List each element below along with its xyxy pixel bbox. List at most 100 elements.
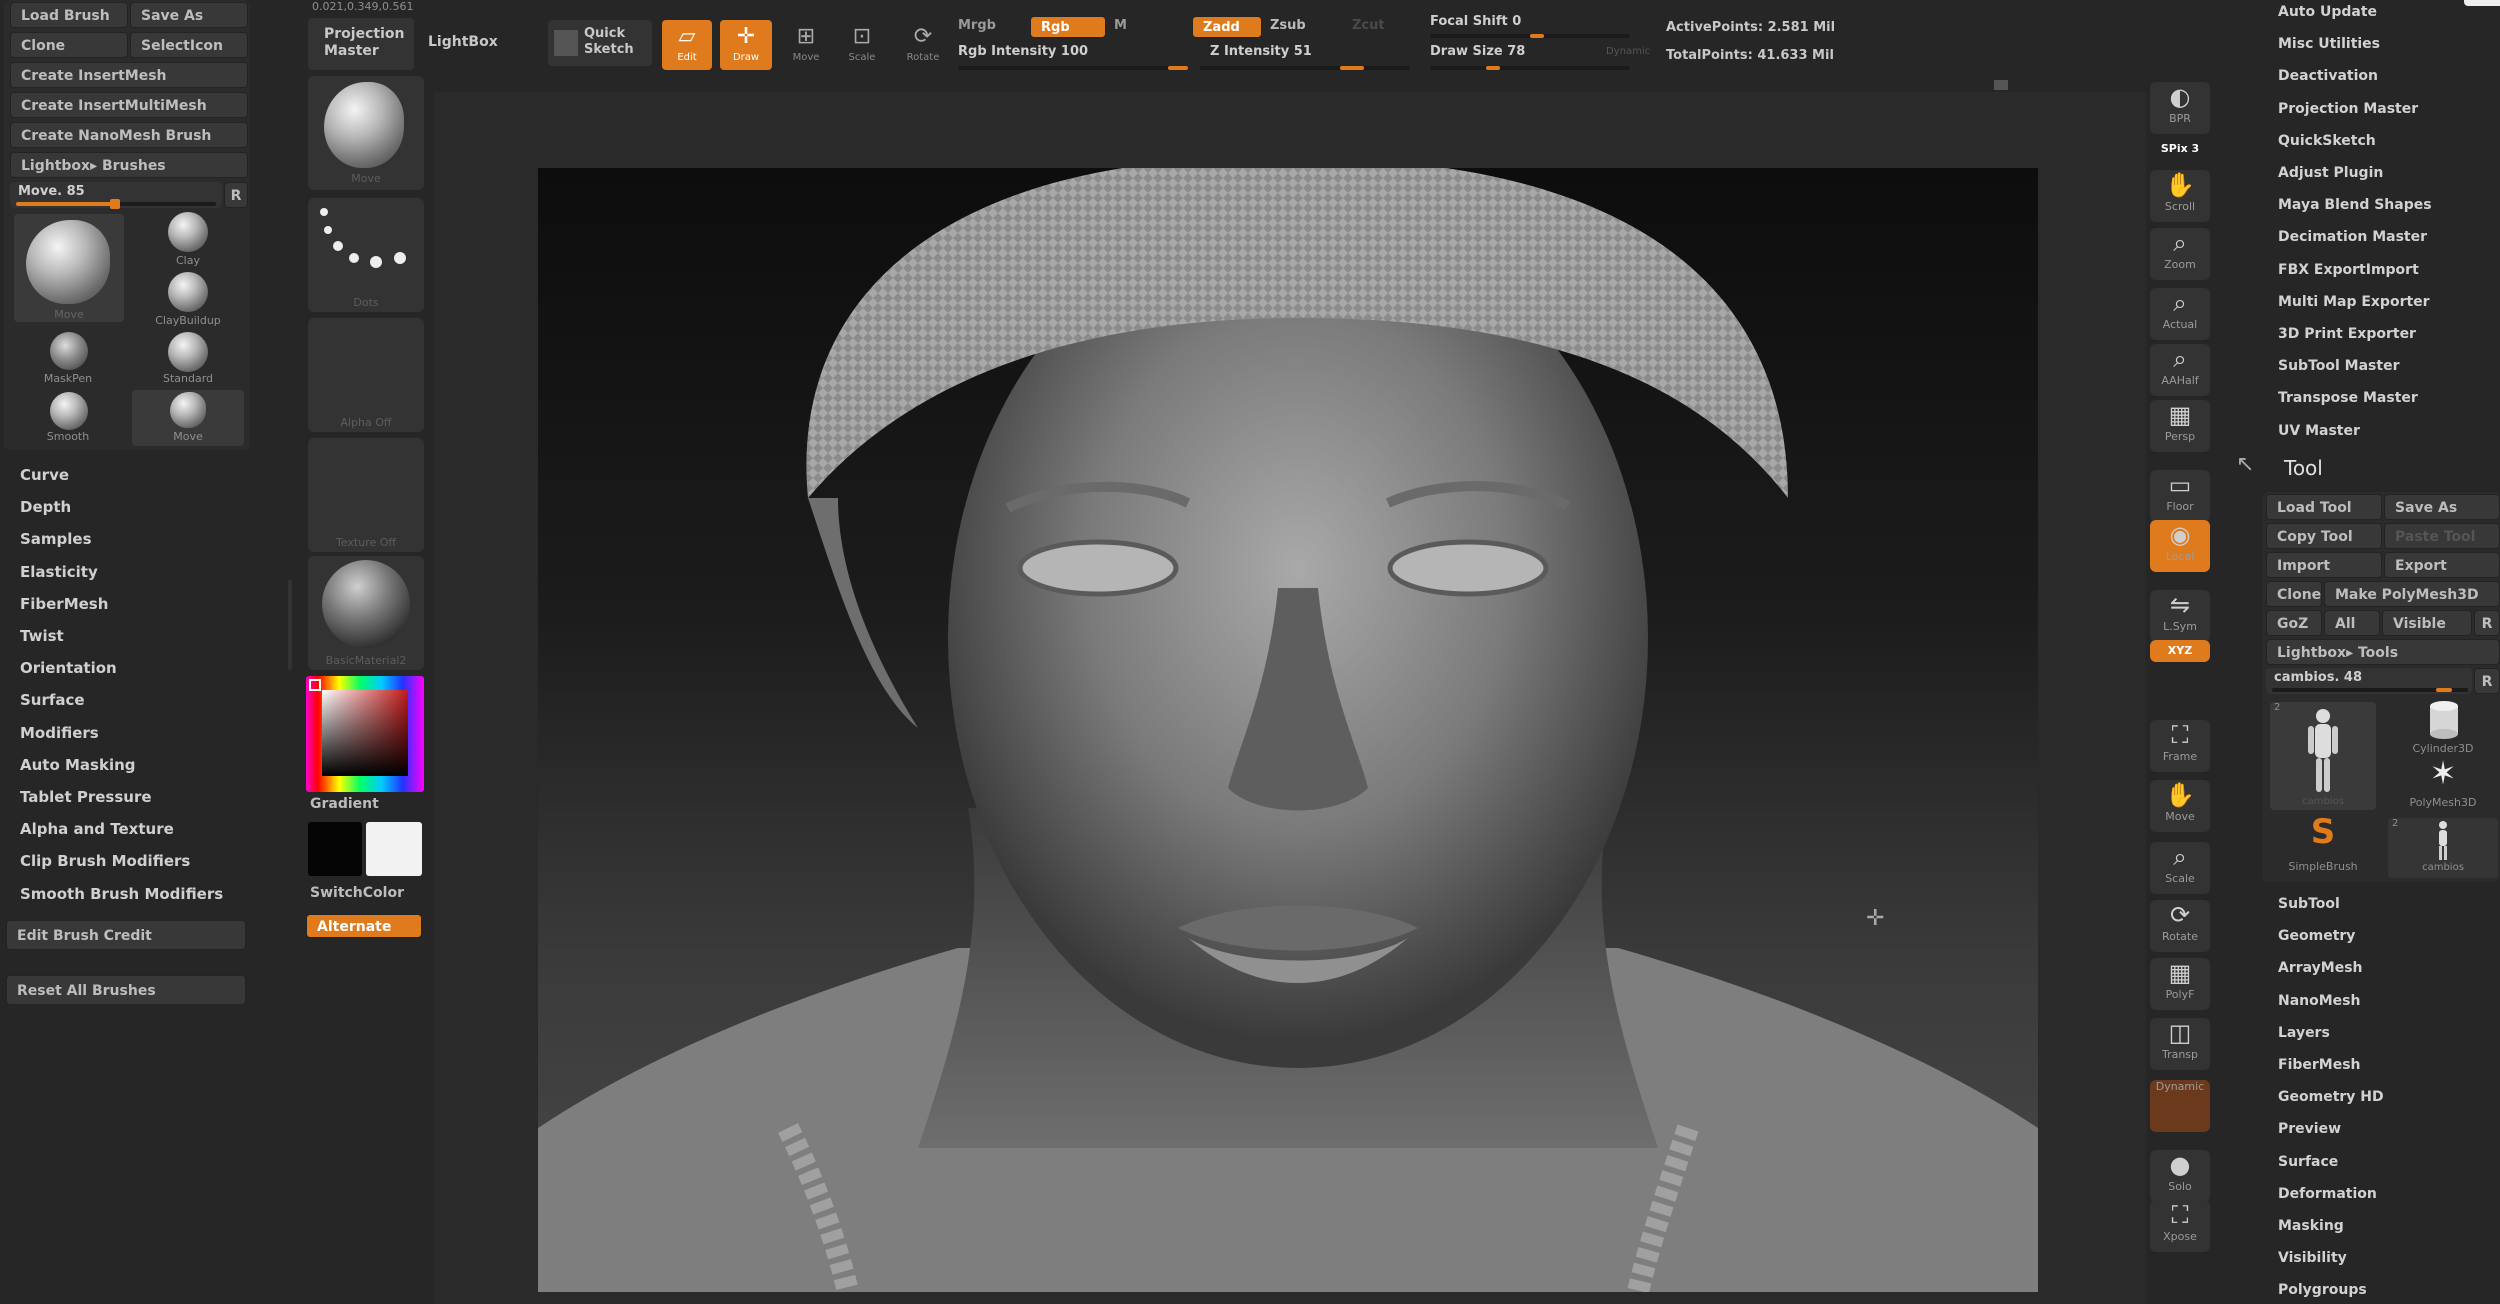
- draw-size-slider[interactable]: Draw Size 78: [1430, 44, 1630, 72]
- nav-floor-button[interactable]: ▭ Floor: [2150, 470, 2210, 522]
- draw-mode-button[interactable]: ✛ Draw: [720, 20, 772, 70]
- rgb-intensity-slider[interactable]: Rgb Intensity 100: [958, 44, 1188, 72]
- canvas-scroll-handle[interactable]: [1994, 80, 2008, 90]
- nav-bpr-button[interactable]: ◐ BPR: [2150, 82, 2210, 134]
- nav-xpose-button[interactable]: ⛶ Xpose: [2150, 1200, 2210, 1252]
- brush-section-auto-masking[interactable]: Auto Masking: [20, 756, 136, 774]
- tool-thumb-cylinder3d[interactable]: Cylinder3D: [2388, 700, 2498, 756]
- nav-xyz-button[interactable]: XYZ: [2150, 640, 2210, 662]
- plugin-quicksketch[interactable]: QuickSketch: [2278, 133, 2376, 149]
- plugin-uv-master[interactable]: UV Master: [2278, 423, 2360, 439]
- brush-section-orientation[interactable]: Orientation: [20, 659, 117, 677]
- edit-brush-credit-button[interactable]: Edit Brush Credit: [6, 920, 246, 950]
- switchcolor-button[interactable]: SwitchColor: [310, 885, 404, 901]
- brush-section-surface[interactable]: Surface: [20, 691, 85, 709]
- tool-thumb-simplebrush[interactable]: S SimpleBrush: [2270, 812, 2376, 878]
- brush-section-tablet-pressure[interactable]: Tablet Pressure: [20, 788, 152, 806]
- tool-slider-reset-button[interactable]: R: [2474, 668, 2500, 694]
- tool-section-subtool[interactable]: SubTool: [2278, 896, 2340, 912]
- nav-actual-button[interactable]: ⌕ Actual: [2150, 288, 2210, 340]
- paste-tool-button[interactable]: Paste Tool: [2384, 523, 2500, 549]
- plugin-maya-blend-shapes[interactable]: Maya Blend Shapes: [2278, 197, 2432, 213]
- color-saturation-square[interactable]: [322, 690, 408, 776]
- make-polymesh3d-button[interactable]: Make PolyMesh3D: [2324, 581, 2500, 607]
- nav-frame-button[interactable]: ⛶ Frame: [2150, 720, 2210, 772]
- tool-section-layers[interactable]: Layers: [2278, 1025, 2330, 1041]
- tool-thumb-cambios[interactable]: 2 cambios: [2270, 702, 2376, 810]
- plugin-multi-map-exporter[interactable]: Multi Map Exporter: [2278, 294, 2430, 310]
- current-brush-thumb[interactable]: Move: [14, 214, 124, 322]
- zsub-button[interactable]: Zsub: [1270, 18, 1306, 33]
- brush-section-smooth-brush-modifiers[interactable]: Smooth Brush Modifiers: [20, 885, 223, 903]
- tool-section-masking[interactable]: Masking: [2278, 1218, 2344, 1234]
- brush-section-depth[interactable]: Depth: [20, 498, 71, 516]
- import-button[interactable]: Import: [2266, 552, 2382, 578]
- brush-section-twist[interactable]: Twist: [20, 627, 64, 645]
- stroke-thumb[interactable]: Dots: [308, 198, 424, 312]
- tool-thumb-cambios-2[interactable]: 2 cambios: [2388, 818, 2498, 878]
- tool-slider[interactable]: cambios. 48: [2266, 668, 2472, 694]
- reset-all-brushes-button[interactable]: Reset All Brushes: [6, 975, 246, 1005]
- clone-tool-button[interactable]: Clone: [2266, 581, 2322, 607]
- lightbox-brushes-button[interactable]: Lightbox▸ Brushes: [10, 152, 248, 178]
- color-picker-marker[interactable]: [309, 679, 321, 691]
- tool-section-deformation[interactable]: Deformation: [2278, 1186, 2377, 1202]
- color-picker[interactable]: [306, 676, 424, 792]
- focal-shift-slider[interactable]: Focal Shift 0: [1430, 14, 1630, 42]
- tool-pin-icon[interactable]: ↖: [2236, 452, 2254, 477]
- nav-scroll-button[interactable]: ✋ Scroll: [2150, 170, 2210, 222]
- dynamic-button[interactable]: Dynamic: [1606, 46, 1650, 57]
- nav-scale-button[interactable]: ⌕ Scale: [2150, 842, 2210, 894]
- tool-section-visibility[interactable]: Visibility: [2278, 1250, 2347, 1266]
- select-icon-button[interactable]: SelectIcon: [130, 32, 248, 58]
- brush-maskpen[interactable]: MaskPen: [34, 330, 102, 388]
- left-panel-scrollbar[interactable]: [288, 580, 292, 670]
- tool-section-fibermesh[interactable]: FiberMesh: [2278, 1057, 2361, 1073]
- goz-r-button[interactable]: R: [2474, 610, 2500, 636]
- plugin-3d-print-exporter[interactable]: 3D Print Exporter: [2278, 326, 2416, 342]
- brush-section-modifiers[interactable]: Modifiers: [20, 724, 99, 742]
- nav-local-button[interactable]: ◉ Local: [2150, 520, 2210, 572]
- load-tool-button[interactable]: Load Tool: [2266, 494, 2382, 520]
- nav-zoom-button[interactable]: ⌕ Zoom: [2150, 228, 2210, 280]
- tool-section-geometry-hd[interactable]: Geometry HD: [2278, 1089, 2384, 1105]
- brush-smooth[interactable]: Smooth: [34, 390, 102, 448]
- brush-clay[interactable]: Clay: [154, 210, 222, 270]
- alpha-thumb[interactable]: Alpha Off: [308, 318, 424, 432]
- create-insertmesh-button[interactable]: Create InsertMesh: [10, 62, 248, 88]
- tool-section-arraymesh[interactable]: ArrayMesh: [2278, 960, 2363, 976]
- brush-section-fibermesh[interactable]: FiberMesh: [20, 595, 108, 613]
- plugin-subtool-master[interactable]: SubTool Master: [2278, 358, 2399, 374]
- brush-standard[interactable]: Standard: [154, 330, 222, 388]
- tool-section-preview[interactable]: Preview: [2278, 1121, 2341, 1137]
- texture-thumb[interactable]: Texture Off: [308, 438, 424, 552]
- nav-polyf-button[interactable]: ▦ PolyF: [2150, 958, 2210, 1010]
- rgb-button[interactable]: Rgb: [1030, 16, 1106, 38]
- plugin-adjust-plugin[interactable]: Adjust Plugin: [2278, 165, 2383, 181]
- brush-claybuildup[interactable]: ClayBuildup: [154, 270, 222, 330]
- tool-thumb-polymesh3d[interactable]: ✶ PolyMesh3D: [2388, 754, 2498, 814]
- alternate-button[interactable]: Alternate: [306, 914, 422, 938]
- brush-section-curve[interactable]: Curve: [20, 466, 69, 484]
- create-insertmultimesh-button[interactable]: Create InsertMultiMesh: [10, 92, 248, 118]
- z-intensity-slider[interactable]: Z Intensity 51: [1200, 44, 1410, 72]
- plugin-deactivation[interactable]: Deactivation: [2278, 68, 2378, 84]
- mrgb-button[interactable]: Mrgb: [958, 18, 996, 33]
- goz-all-button[interactable]: All: [2324, 610, 2380, 636]
- plugin-auto-update[interactable]: Auto Update: [2278, 4, 2377, 20]
- material-thumb[interactable]: BasicMaterial2: [308, 556, 424, 670]
- nav-spix-button[interactable]: SPix 3: [2150, 136, 2210, 162]
- nav-move-button[interactable]: ✋ Move: [2150, 780, 2210, 832]
- projection-master-button[interactable]: Projection Master: [308, 18, 414, 70]
- nav-aahalf-button[interactable]: ⌕ AAHalf: [2150, 344, 2210, 396]
- nav-persp-button[interactable]: ▦ Persp: [2150, 400, 2210, 452]
- copy-tool-button[interactable]: Copy Tool: [2266, 523, 2382, 549]
- save-as-button[interactable]: Save As: [130, 2, 248, 28]
- load-brush-button[interactable]: Load Brush: [10, 2, 128, 28]
- lightbox-tools-button[interactable]: Lightbox▸ Tools: [2266, 639, 2500, 665]
- export-button[interactable]: Export: [2384, 552, 2500, 578]
- brush-section-clip-brush-modifiers[interactable]: Clip Brush Modifiers: [20, 852, 190, 870]
- tool-section-surface[interactable]: Surface: [2278, 1154, 2338, 1170]
- zadd-button[interactable]: Zadd: [1192, 16, 1262, 38]
- tool-section-polygroups[interactable]: Polygroups: [2278, 1282, 2367, 1298]
